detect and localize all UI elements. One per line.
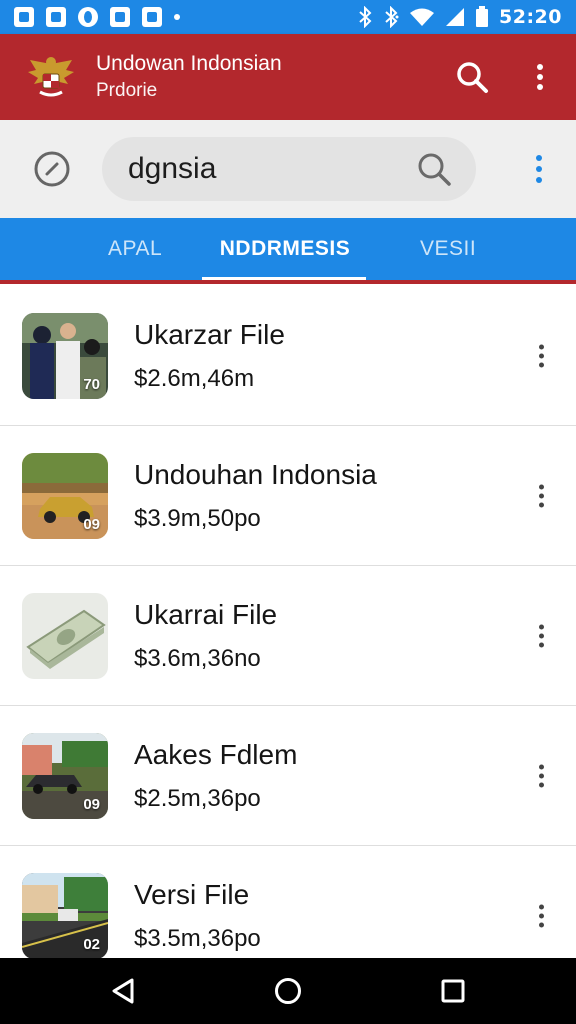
list-item[interactable]: Ukarrai File $3.6m,36no (0, 566, 576, 706)
item-title: Aakes Fdlem (134, 738, 298, 770)
list-item[interactable]: 09 Undouhan Indonsia $3.9m,50po (0, 426, 576, 566)
file-list: 70 Ukarzar File $2.6m,46m 09 Undouhan In… (0, 286, 576, 958)
item-more-button[interactable] (533, 898, 550, 933)
status-bar: 52:20 (0, 0, 576, 34)
search-box[interactable] (102, 137, 476, 201)
recents-button[interactable] (433, 971, 473, 1011)
list-item[interactable]: 09 Aakes Fdlem $2.5m,36po (0, 706, 576, 846)
more-vert-icon (537, 64, 543, 90)
search-icon (418, 153, 451, 186)
search-overflow-button[interactable] (524, 155, 554, 183)
app-subtitle: Prdorie (96, 80, 158, 101)
bluetooth-icon (359, 6, 372, 28)
search-input[interactable] (128, 152, 398, 186)
tab-bar: APAL NDDRMESIS VESII (0, 218, 576, 284)
item-price: $3.6m,36no (134, 644, 261, 672)
recents-icon (441, 979, 465, 1003)
navigation-bar (0, 958, 576, 1024)
item-price: $2.6m,46m (134, 364, 255, 392)
app-icon (110, 7, 130, 27)
search-bar-area (0, 120, 576, 218)
home-button[interactable] (268, 971, 308, 1011)
wifi-icon (410, 8, 435, 26)
item-title: Undouhan Indonsia (134, 458, 377, 490)
battery-icon (476, 6, 489, 27)
signal-icon (446, 8, 465, 26)
list-item[interactable]: 70 Ukarzar File $2.6m,46m (0, 286, 576, 426)
edit-icon (142, 7, 162, 27)
tab-apal[interactable]: APAL (0, 218, 200, 280)
item-title: Versi File (134, 878, 250, 910)
item-more-button[interactable] (533, 618, 550, 653)
more-vert-icon (536, 155, 542, 161)
tab-nddrmesis[interactable]: NDDRMESIS (200, 218, 370, 280)
status-time: 52:20 (499, 6, 562, 28)
tab-indicator (202, 277, 366, 280)
thumbnail-street: 09 (22, 732, 108, 819)
dot-icon (174, 14, 180, 20)
compass-icon (34, 151, 70, 187)
back-icon (112, 978, 134, 1004)
item-price: $3.9m,50po (134, 504, 261, 532)
alarm-icon (78, 7, 98, 27)
item-title: Ukarrai File (134, 598, 278, 630)
search-icon (457, 62, 488, 93)
overflow-menu-button[interactable] (520, 57, 560, 97)
vibrate-icon (385, 6, 399, 28)
search-button[interactable] (452, 57, 492, 97)
app-title: Undowan Indonsian (96, 52, 282, 75)
back-button[interactable] (103, 971, 143, 1011)
item-price: $2.5m,36po (134, 784, 261, 812)
tab-vesii[interactable]: VESII (370, 218, 576, 280)
home-icon (274, 978, 301, 1004)
garuda-emblem-icon (24, 50, 78, 104)
item-more-button[interactable] (533, 758, 550, 793)
item-more-button[interactable] (533, 338, 550, 373)
thumbnail-road: 02 (22, 872, 108, 958)
list-item[interactable]: 02 Versi File $3.5m,36po (0, 846, 576, 958)
thumbnail-money (22, 592, 108, 679)
item-price: $3.5m,36po (134, 924, 261, 952)
image-icon (14, 7, 34, 27)
gallery-icon (46, 7, 66, 27)
thumbnail-people: 70 (22, 312, 108, 399)
status-left-icons (14, 7, 180, 27)
status-right-icons: 52:20 (357, 6, 562, 28)
thumbnail-car: 09 (22, 452, 108, 539)
app-bar: Undowan Indonsian Prdorie (0, 34, 576, 120)
compass-button[interactable] (32, 149, 72, 189)
search-submit-button[interactable] (414, 149, 454, 189)
item-more-button[interactable] (533, 478, 550, 513)
item-title: Ukarzar File (134, 318, 285, 350)
